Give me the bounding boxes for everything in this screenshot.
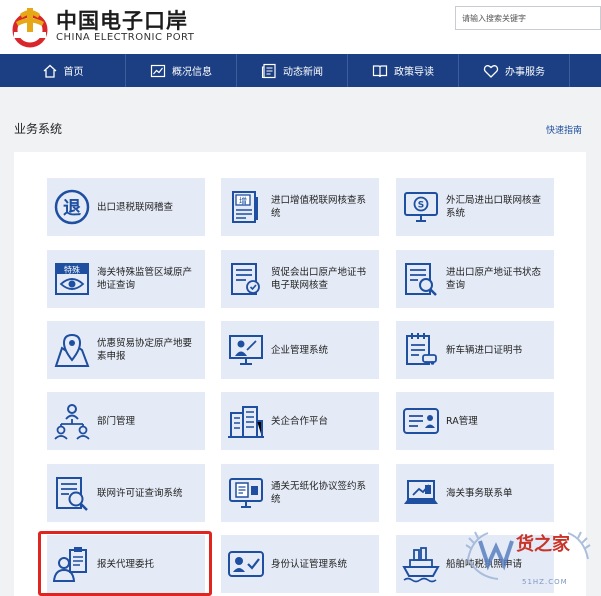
china-eport-logo-icon[interactable]: [8, 4, 52, 48]
nav-item-label: 概况信息: [172, 67, 212, 78]
org-chart-icon: [54, 404, 90, 440]
svg-text:S: S: [418, 201, 424, 211]
nav-item-label: 政策导读: [394, 67, 434, 78]
license-search-icon: [56, 477, 88, 511]
nav-item-more[interactable]: [570, 54, 601, 87]
svg-text:增: 增: [239, 196, 247, 206]
map-pin-icon: [54, 333, 90, 367]
card-paperless-clearance[interactable]: 通关无纸化协议签约系统: [221, 464, 379, 522]
laptop-contact-icon: [404, 480, 438, 504]
nav-item-policy[interactable]: 政策导读: [348, 54, 459, 87]
card-label: 通关无纸化协议签约系统: [271, 481, 367, 505]
nav-item-label: 办事服务: [505, 67, 545, 78]
card-label: 贸促会出口原产地证书电子联网核查: [271, 267, 367, 291]
card-label: 报关代理委托: [97, 558, 155, 570]
card-identity-auth[interactable]: 身份认证管理系统: [221, 535, 379, 593]
news-icon: [261, 63, 276, 78]
card-license-query[interactable]: 联网许可证查询系统: [47, 464, 205, 522]
card-customs-agent-entrust[interactable]: 报关代理委托: [47, 535, 205, 593]
nav-item-label: 动态新闻: [283, 67, 323, 78]
svg-text:特殊: 特殊: [64, 265, 80, 275]
ship-icon: [402, 547, 440, 583]
card-label: RA管理: [446, 415, 478, 427]
home-icon: [43, 64, 56, 78]
nav-item-home[interactable]: 首页: [0, 54, 126, 87]
building-icon: [228, 406, 264, 438]
watermark-text: 货之家: [516, 534, 570, 555]
forex-monitor-icon: S: [404, 192, 438, 222]
main-nav: 首页 概况信息 动态新闻 政策导读 办事服务: [0, 54, 601, 87]
card-ccpit-certificate[interactable]: 贸促会出口原产地证书电子联网核查: [221, 250, 379, 308]
card-special-zone-origin[interactable]: 特殊 海关特殊监管区域原产地证查询: [47, 250, 205, 308]
card-enterprise-management[interactable]: 企业管理系统: [221, 321, 379, 379]
nav-item-overview[interactable]: 概况信息: [126, 54, 237, 87]
id-card-icon: [403, 408, 439, 434]
card-forex-check[interactable]: S 外汇局进出口联网核查系统: [396, 178, 554, 236]
book-icon: [372, 64, 388, 77]
card-label: 企业管理系统: [271, 344, 329, 356]
card-label: 进口增值税联网核查系统: [271, 195, 367, 219]
vehicle-document-icon: [406, 333, 437, 365]
card-preferential-trade-origin[interactable]: 优惠贸易协定原产地要素申报: [47, 321, 205, 379]
card-label: 关企合作平台: [271, 415, 329, 427]
card-export-tax-refund[interactable]: 退 出口退税联网稽查: [47, 178, 205, 236]
card-import-vat-check[interactable]: 增 进口增值税联网核查系统: [221, 178, 379, 236]
card-department-management[interactable]: 部门管理: [47, 392, 205, 450]
quick-guide-link[interactable]: 快速指南: [546, 123, 582, 136]
svg-text:退: 退: [63, 198, 81, 219]
card-label: 身份认证管理系统: [271, 558, 348, 570]
card-label: 新车辆进口证明书: [446, 344, 523, 356]
card-label: 外汇局进出口联网核查系统: [446, 195, 542, 219]
logo-title-en: CHINA ELECTRONIC PORT: [56, 32, 195, 43]
card-ra-management[interactable]: RA管理: [396, 392, 554, 450]
heart-icon: [483, 64, 499, 78]
search-input[interactable]: [455, 6, 601, 30]
chart-icon: [150, 64, 166, 77]
agent-clipboard-icon: [52, 547, 87, 582]
card-origin-status-query[interactable]: 进出口原产地证书状态查询: [396, 250, 554, 308]
card-label: 出口退税联网稽查: [97, 201, 174, 213]
card-label: 海关特殊监管区域原产地证查询: [97, 267, 193, 291]
certificate-check-icon: [231, 263, 260, 295]
logo-title-cn: 中国电子口岸: [56, 9, 188, 33]
card-label: 进出口原产地证书状态查询: [446, 267, 542, 291]
enterprise-presentation-icon: [229, 335, 263, 365]
card-label: 部门管理: [97, 415, 136, 427]
refund-icon: 退: [54, 189, 90, 225]
section-title: 业务系统: [14, 122, 63, 136]
site-header: 中国电子口岸 CHINA ELECTRONIC PORT: [0, 0, 601, 54]
identity-check-icon: [228, 551, 264, 577]
card-new-vehicle-import[interactable]: 新车辆进口证明书: [396, 321, 554, 379]
watermark-subtext: 51HZ.COM: [522, 578, 568, 586]
card-label: 联网许可证查询系统: [97, 487, 183, 499]
nav-item-label: 首页: [63, 67, 84, 78]
card-label: 优惠贸易协定原产地要素申报: [97, 338, 193, 362]
card-customs-enterprise-cooperation[interactable]: 关企合作平台: [221, 392, 379, 450]
special-zone-eye-icon: 特殊: [55, 263, 89, 295]
vat-document-icon: 增: [232, 191, 258, 223]
nav-item-news[interactable]: 动态新闻: [237, 54, 348, 87]
nav-item-services[interactable]: 办事服务: [459, 54, 570, 87]
card-customs-contact[interactable]: 海关事务联系单: [396, 464, 554, 522]
certificate-search-icon: [405, 263, 437, 296]
paperless-monitor-icon: [229, 478, 263, 508]
card-label: 海关事务联系单: [446, 487, 513, 499]
